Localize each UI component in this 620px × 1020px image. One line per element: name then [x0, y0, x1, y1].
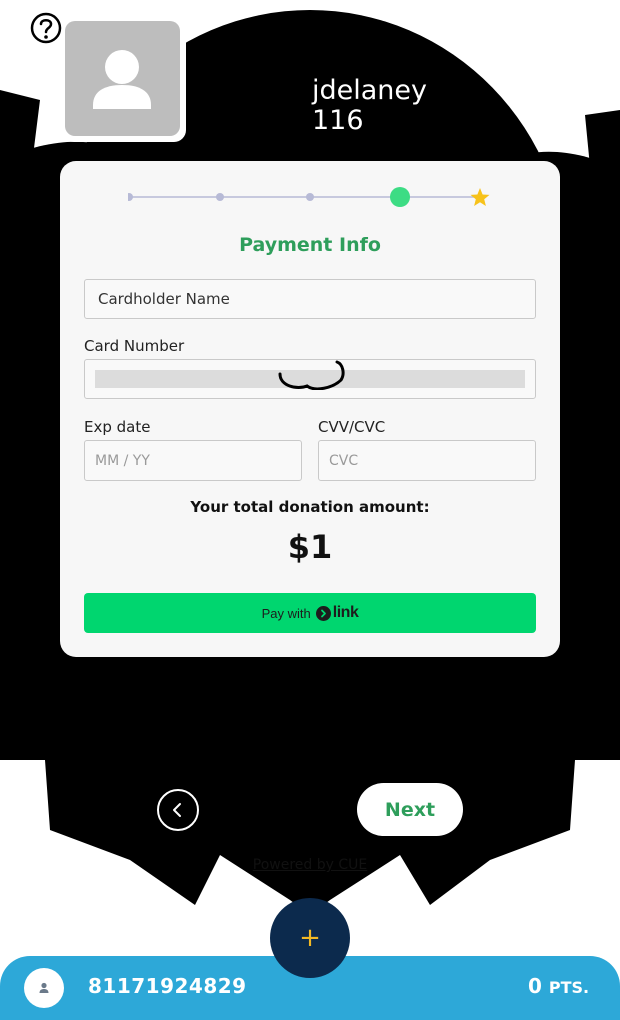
- link-logo: link: [315, 604, 359, 622]
- chevron-left-icon: [173, 803, 181, 817]
- points-display: 0 PTS.: [528, 974, 589, 998]
- exp-date-label: Exp date: [84, 418, 151, 436]
- step-dot-current: [390, 187, 410, 207]
- user-id: 116: [312, 105, 364, 136]
- avatar-placeholder: [65, 21, 180, 136]
- link-arrow-icon: [315, 605, 331, 621]
- back-button[interactable]: [157, 789, 199, 831]
- cvc-input[interactable]: [318, 440, 536, 481]
- avatar[interactable]: [62, 18, 186, 142]
- loading-icon: [278, 360, 345, 390]
- account-avatar[interactable]: [24, 968, 64, 1008]
- plus-icon: +: [299, 923, 321, 953]
- step-dot-3: [306, 193, 314, 201]
- exp-date-input[interactable]: [84, 440, 302, 481]
- pay-with-link-button[interactable]: Pay with link: [84, 593, 536, 633]
- payment-title: Payment Info: [239, 234, 381, 256]
- powered-by-link[interactable]: Powered by CUE: [200, 857, 420, 873]
- user-icon: [93, 50, 151, 109]
- step-dot-1: [128, 193, 133, 201]
- star-icon: [470, 188, 490, 206]
- link-brand: link: [332, 604, 359, 621]
- step-dot-2: [216, 193, 224, 201]
- help-icon[interactable]: [28, 10, 64, 46]
- card-number-label: Card Number: [84, 337, 185, 355]
- user-icon: [39, 982, 49, 993]
- cardholder-name-input[interactable]: [84, 279, 536, 319]
- account-number: 81171924829: [88, 974, 247, 998]
- total-donation-amount: $1: [287, 528, 333, 566]
- pay-with-label: Pay with: [261, 605, 311, 621]
- total-donation-label: Your total donation amount:: [190, 498, 430, 516]
- username: jdelaney: [312, 75, 428, 106]
- add-button[interactable]: +: [270, 898, 350, 978]
- next-button[interactable]: Next: [357, 783, 463, 836]
- card-number-field[interactable]: [84, 359, 536, 399]
- points-unit: PTS.: [548, 978, 590, 997]
- cvv-label: CVV/CVC: [318, 418, 386, 436]
- points-value: 0: [528, 974, 542, 998]
- progress-stepper: [128, 187, 490, 207]
